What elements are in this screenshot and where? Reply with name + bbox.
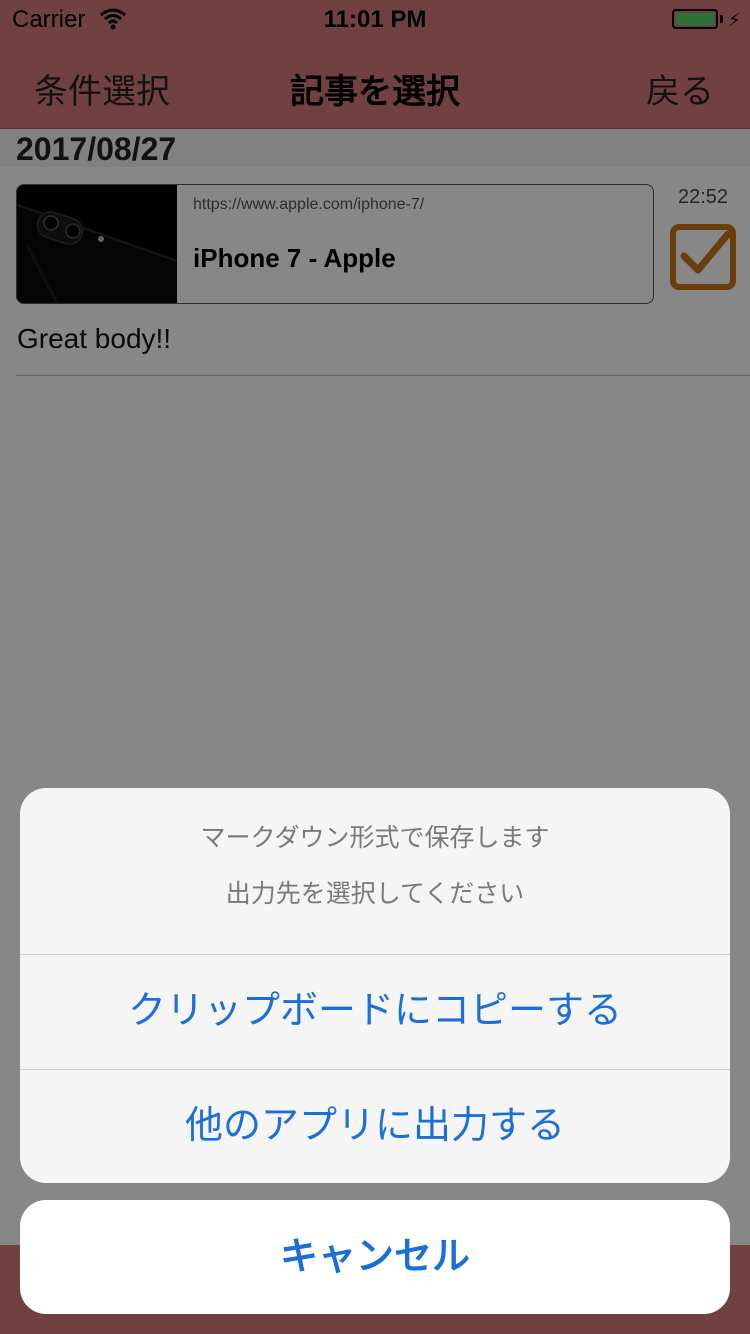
export-to-other-app-button[interactable]: 他のアプリに出力する (20, 1070, 730, 1183)
action-sheet-message: 出力先を選択してください (225, 880, 525, 908)
copy-to-clipboard-button[interactable]: クリップボードにコピーする (20, 955, 730, 1068)
action-sheet-header: マークダウン形式で保存します 出力先を選択してください (20, 788, 730, 954)
action-sheet-title: マークダウン形式で保存します (200, 824, 550, 852)
cancel-button[interactable]: キャンセル (20, 1200, 730, 1314)
action-sheet: マークダウン形式で保存します 出力先を選択してください クリップボードにコピーす… (20, 788, 730, 1183)
